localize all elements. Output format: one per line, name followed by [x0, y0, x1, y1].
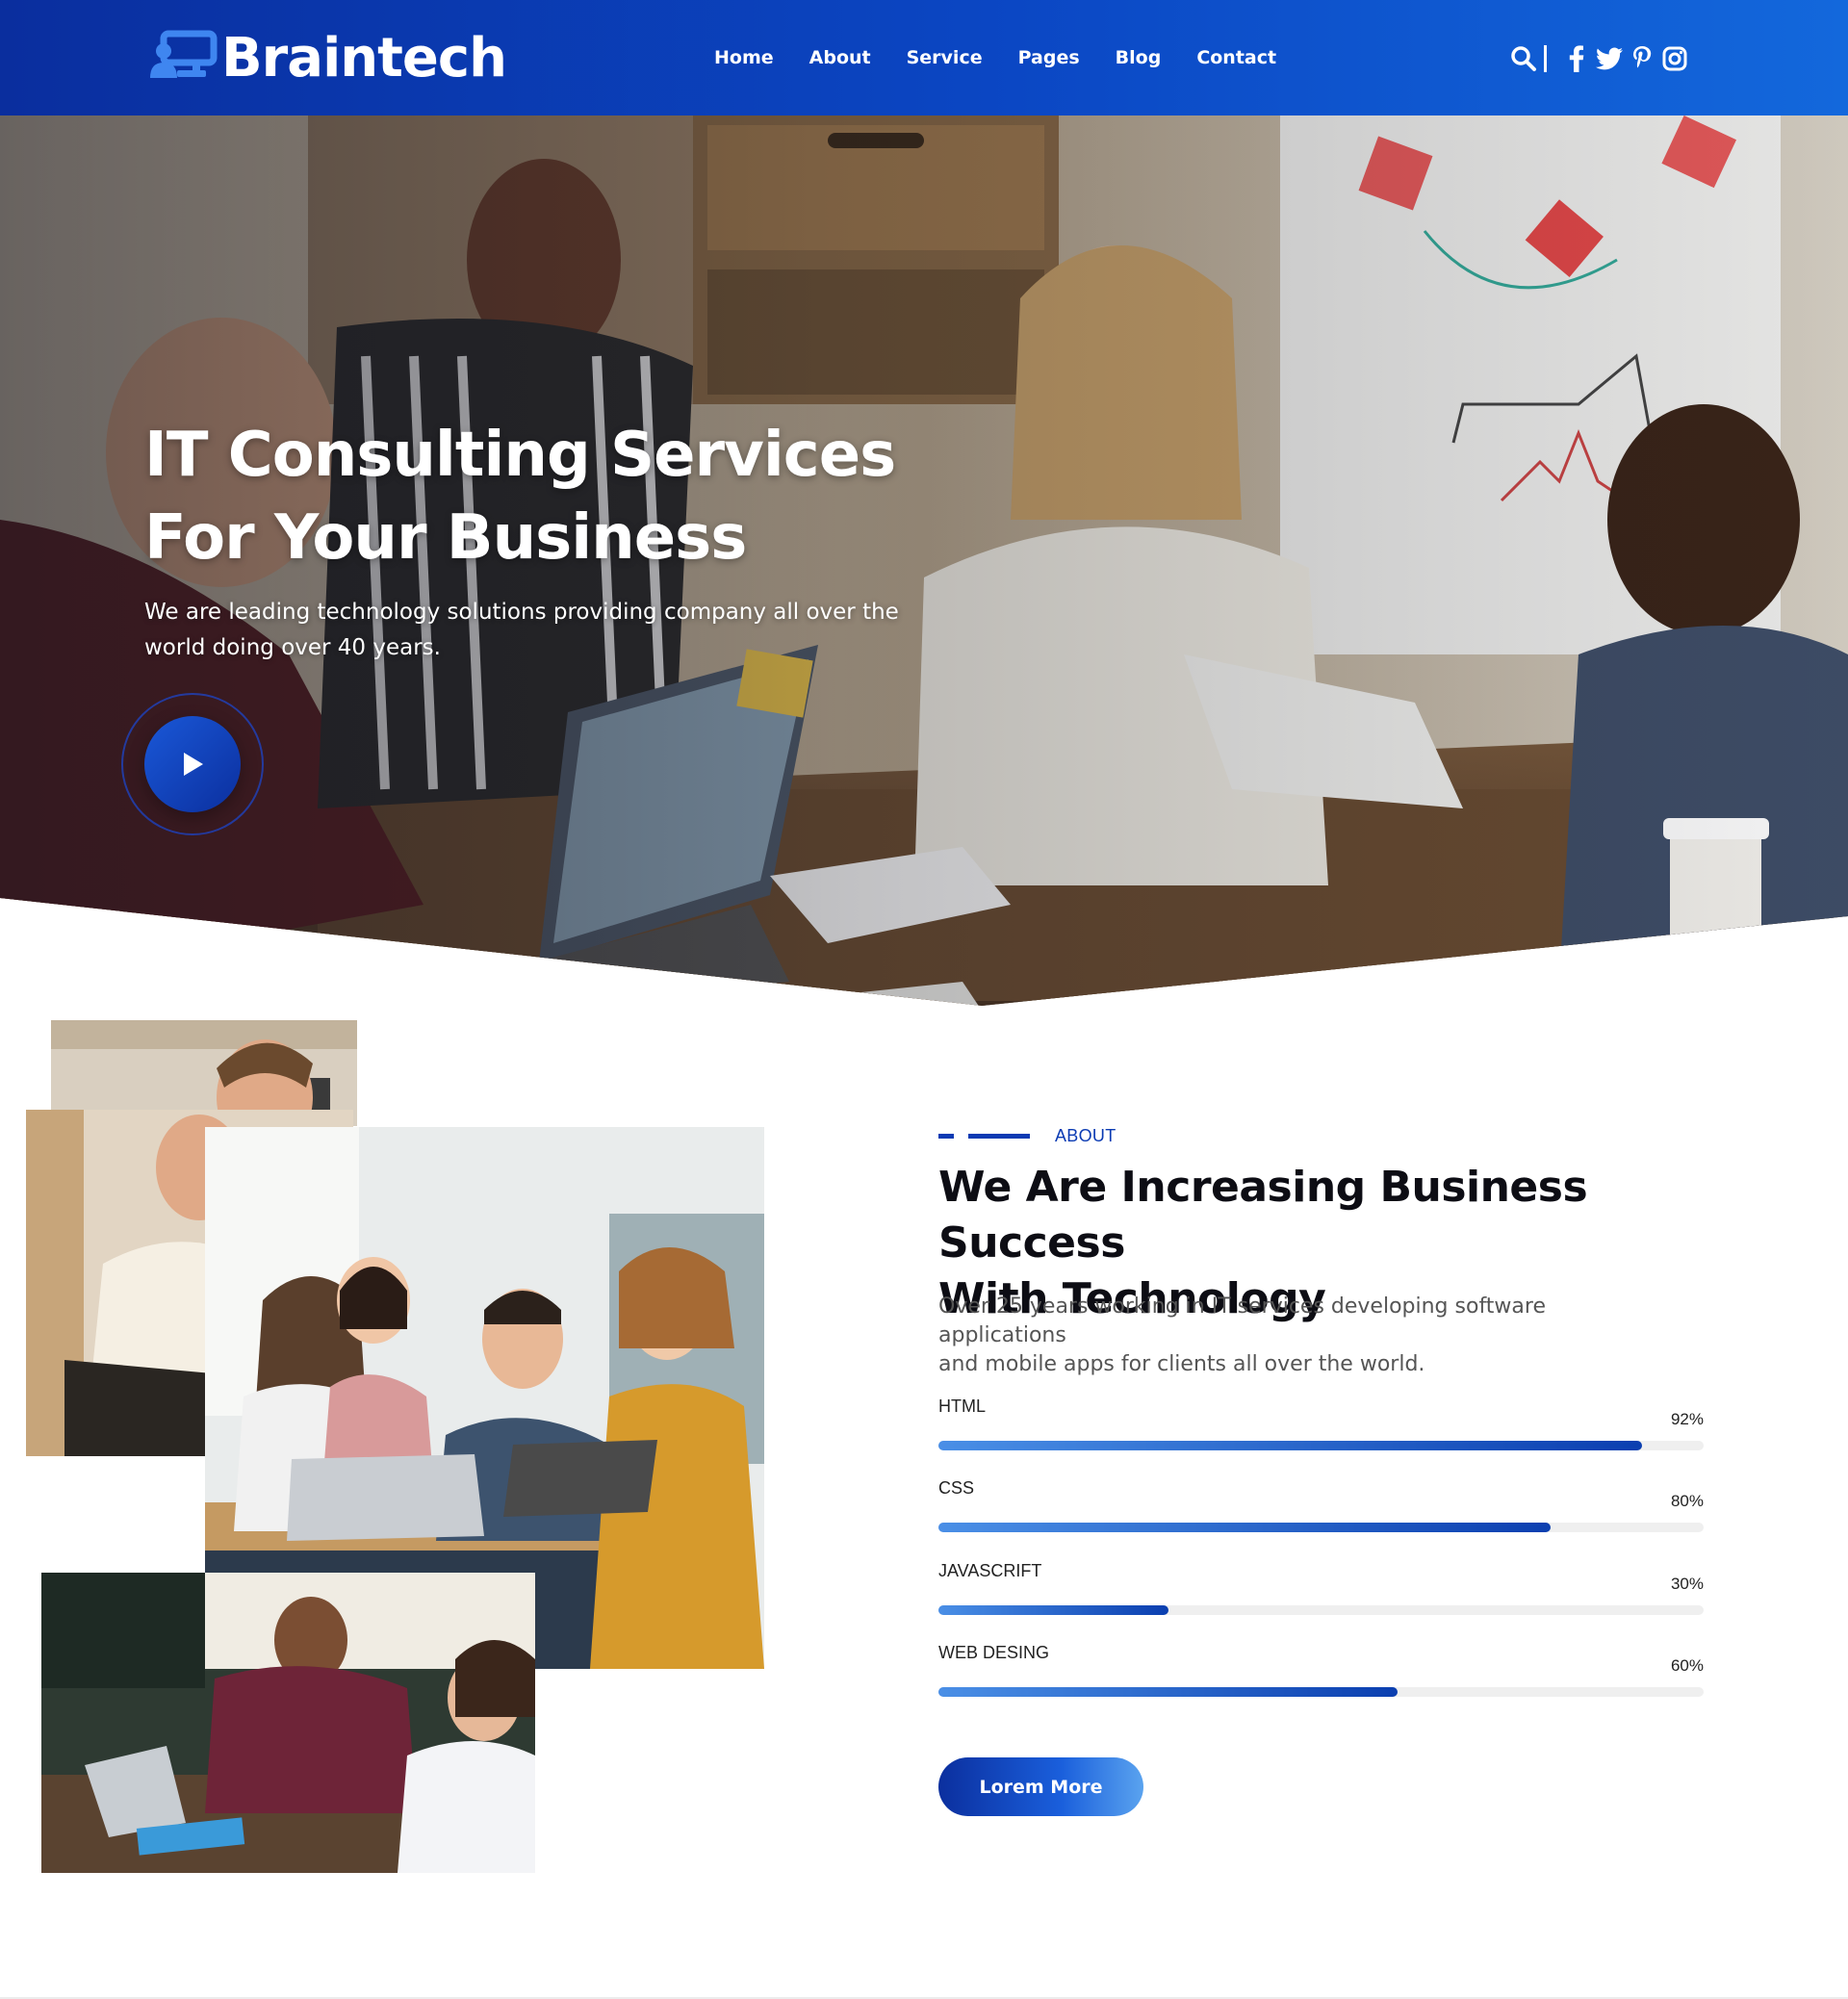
- logo-icon: [148, 28, 219, 88]
- skill-web-design: WEB DESING 60%: [938, 1643, 1704, 1701]
- nav-item-contact[interactable]: Contact: [1196, 47, 1276, 68]
- skill-label: WEB DESING: [938, 1643, 1050, 1662]
- skill-percent: 60%: [1670, 1656, 1704, 1675]
- about-description-line-1: Over 25 years working in IT services dev…: [938, 1294, 1546, 1347]
- about-photo-desk-meeting: [41, 1573, 535, 1873]
- about-description-line-2: and mobile apps for clients all over the…: [938, 1352, 1425, 1376]
- skill-track: [938, 1605, 1704, 1615]
- skill-label: JAVASCRIFT: [938, 1561, 1042, 1580]
- site-header: Braintech Home About Service Pages Blog …: [0, 0, 1848, 115]
- instagram-icon[interactable]: [1658, 42, 1691, 75]
- search-icon[interactable]: [1507, 42, 1540, 75]
- hero-subtitle-line-1: We are leading technology solutions prov…: [144, 600, 899, 625]
- nav-item-pages[interactable]: Pages: [1018, 47, 1080, 68]
- hero-title-line-2: For Your Business: [144, 502, 747, 574]
- skill-track: [938, 1523, 1704, 1532]
- skill-track: [938, 1687, 1704, 1697]
- play-video-button[interactable]: [144, 716, 241, 812]
- nav-item-about[interactable]: About: [809, 47, 871, 68]
- skill-percent: 80%: [1670, 1492, 1704, 1510]
- facebook-icon[interactable]: [1560, 42, 1593, 75]
- about-description: Over 25 years working in IT services dev…: [938, 1293, 1631, 1379]
- play-icon: [184, 753, 203, 776]
- skill-fill: [938, 1687, 1398, 1697]
- header-divider: [1544, 45, 1547, 72]
- header-tools: [1507, 42, 1691, 75]
- skill-fill: [938, 1523, 1551, 1532]
- nav-item-blog[interactable]: Blog: [1116, 47, 1162, 68]
- main-nav: Home About Service Pages Blog Contact: [714, 0, 1312, 115]
- lorem-more-button[interactable]: Lorem More: [938, 1757, 1143, 1816]
- hero-subtitle: We are leading technology solutions prov…: [144, 595, 914, 666]
- hero-title: IT Consulting Services For Your Business: [144, 414, 1011, 579]
- brand-logo[interactable]: Braintech: [148, 26, 507, 90]
- skill-track: [938, 1441, 1704, 1450]
- nav-item-service[interactable]: Service: [907, 47, 983, 68]
- about-tag-label: ABOUT: [1055, 1126, 1116, 1145]
- hero-subtitle-line-2: world doing over 40 years.: [144, 635, 441, 660]
- skill-html: HTML 92%: [938, 1397, 1704, 1454]
- skill-label: CSS: [938, 1478, 975, 1498]
- skill-fill: [938, 1441, 1643, 1450]
- hero-section: IT Consulting Services For Your Business…: [0, 115, 1848, 1006]
- about-tag: ABOUT: [938, 1126, 1116, 1146]
- skill-percent: 30%: [1670, 1575, 1704, 1593]
- hero-title-line-1: IT Consulting Services: [144, 420, 896, 491]
- pinterest-icon[interactable]: [1626, 42, 1658, 75]
- tag-dash-short: [938, 1134, 954, 1139]
- nav-item-home[interactable]: Home: [714, 47, 774, 68]
- about-title-line-1: We Are Increasing Business Success: [938, 1163, 1588, 1268]
- skill-label: HTML: [938, 1397, 986, 1416]
- brand-name: Braintech: [221, 26, 507, 90]
- skill-percent: 92%: [1670, 1410, 1704, 1428]
- tag-dash-long: [968, 1134, 1030, 1139]
- skill-css: CSS 80%: [938, 1478, 1704, 1536]
- skill-fill: [938, 1605, 1168, 1615]
- twitter-icon[interactable]: [1593, 42, 1626, 75]
- skill-javascript: JAVASCRIFT 30%: [938, 1561, 1704, 1619]
